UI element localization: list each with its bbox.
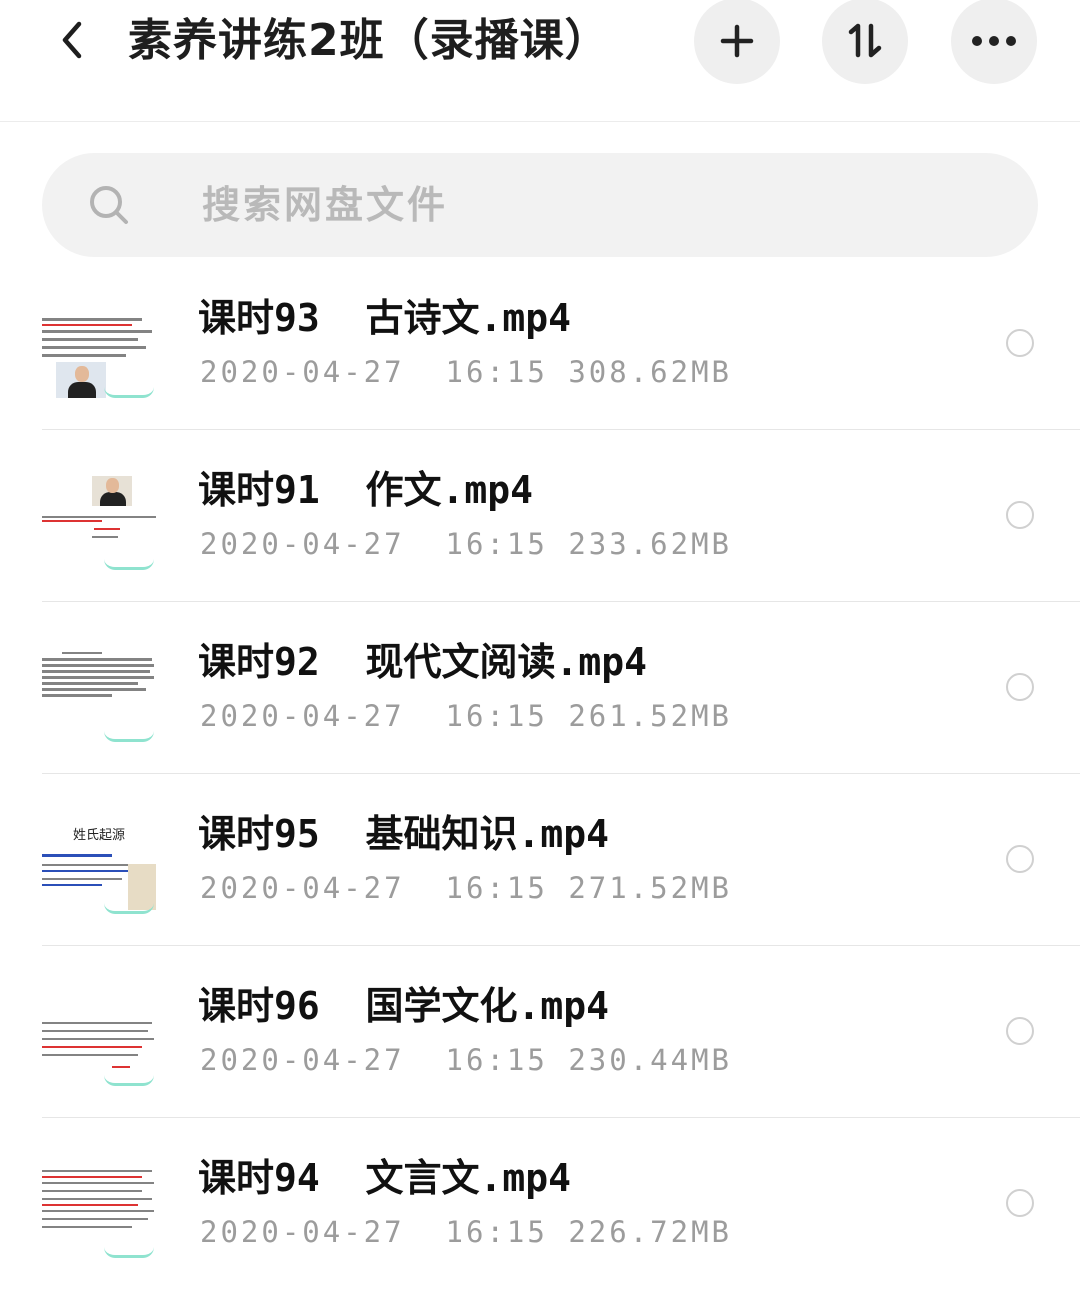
search-icon: [90, 186, 128, 224]
file-time: 16:15: [445, 871, 548, 905]
file-name: 课时94 文言文.mp4: [198, 1156, 572, 1200]
file-time: 16:15: [445, 527, 548, 561]
more-button[interactable]: [951, 0, 1037, 84]
select-radio[interactable]: [1006, 1017, 1034, 1045]
file-date: 2020-04-27: [200, 1215, 405, 1249]
video-thumbnail: [42, 1164, 156, 1260]
page-title: 素养讲练2班（录播课）: [128, 15, 610, 66]
file-date: 2020-04-27: [200, 699, 405, 733]
file-date: 2020-04-27: [200, 355, 405, 389]
file-meta: 2020-04-27 16:15 230.44MB: [200, 1040, 732, 1080]
file-time: 16:15: [445, 699, 548, 733]
select-radio[interactable]: [1006, 673, 1034, 701]
sort-icon: [848, 23, 882, 58]
search-bar[interactable]: 搜索网盘文件: [42, 153, 1038, 257]
file-time: 16:15: [445, 1043, 548, 1077]
list-item[interactable]: 课时96 国学文化.mp4 2020-04-27 16:15 230.44MB: [0, 946, 1080, 1118]
select-radio[interactable]: [1006, 329, 1034, 357]
select-radio[interactable]: [1006, 1189, 1034, 1217]
video-thumbnail: [42, 304, 156, 400]
chevron-left-icon: [62, 21, 82, 59]
file-meta: 2020-04-27 16:15 271.52MB: [200, 868, 732, 908]
file-date: 2020-04-27: [200, 871, 405, 905]
file-time: 16:15: [445, 1215, 548, 1249]
file-meta: 2020-04-27 16:15 226.72MB: [200, 1212, 732, 1252]
add-button[interactable]: [694, 0, 780, 84]
file-name: 课时92 现代文阅读.mp4: [198, 640, 648, 684]
video-thumbnail: [42, 992, 156, 1088]
thumbnail-caption: 姓氏起源: [72, 828, 125, 843]
file-time: 16:15: [445, 355, 548, 389]
file-name: 课时91 作文.mp4: [198, 468, 534, 512]
video-thumbnail: [42, 648, 156, 744]
file-size: 271.52MB: [568, 871, 732, 905]
file-meta: 2020-04-27 16:15 233.62MB: [200, 524, 732, 564]
file-size: 230.44MB: [568, 1043, 732, 1077]
search-placeholder: 搜索网盘文件: [202, 183, 449, 227]
file-name: 课时93 古诗文.mp4: [198, 296, 572, 340]
file-size: 261.52MB: [568, 699, 732, 733]
file-date: 2020-04-27: [200, 527, 405, 561]
file-name: 课时96 国学文化.mp4: [198, 984, 610, 1028]
file-meta: 2020-04-27 16:15 261.52MB: [200, 696, 732, 736]
more-icon: [972, 36, 1016, 46]
file-list-page: 素养讲练2班（录播课） 搜索网盘文件 课时93 古诗文.mp4 2020-04-…: [0, 0, 1080, 1314]
file-date: 2020-04-27: [200, 1043, 405, 1077]
list-item[interactable]: 课时93 古诗文.mp4 2020-04-27 16:15 308.62MB: [0, 258, 1080, 430]
video-thumbnail: 姓氏起源: [42, 820, 156, 916]
file-size: 226.72MB: [568, 1215, 732, 1249]
list-item[interactable]: 课时91 作文.mp4 2020-04-27 16:15 233.62MB: [0, 430, 1080, 602]
back-button[interactable]: [44, 12, 100, 68]
list-item[interactable]: 课时92 现代文阅读.mp4 2020-04-27 16:15 261.52MB: [0, 602, 1080, 774]
list-item[interactable]: 课时94 文言文.mp4 2020-04-27 16:15 226.72MB: [0, 1118, 1080, 1290]
select-radio[interactable]: [1006, 501, 1034, 529]
file-meta: 2020-04-27 16:15 308.62MB: [200, 352, 732, 392]
list-item[interactable]: 姓氏起源 课时95 基础知识.mp4 2020-04-27 16:15 271.…: [0, 774, 1080, 946]
sort-button[interactable]: [822, 0, 908, 84]
video-thumbnail: [42, 476, 156, 572]
add-icon: [720, 24, 754, 58]
top-bar: 素养讲练2班（录播课）: [0, 0, 1080, 122]
file-name: 课时95 基础知识.mp4: [198, 812, 610, 856]
file-size: 308.62MB: [568, 355, 732, 389]
select-radio[interactable]: [1006, 845, 1034, 873]
file-size: 233.62MB: [568, 527, 732, 561]
